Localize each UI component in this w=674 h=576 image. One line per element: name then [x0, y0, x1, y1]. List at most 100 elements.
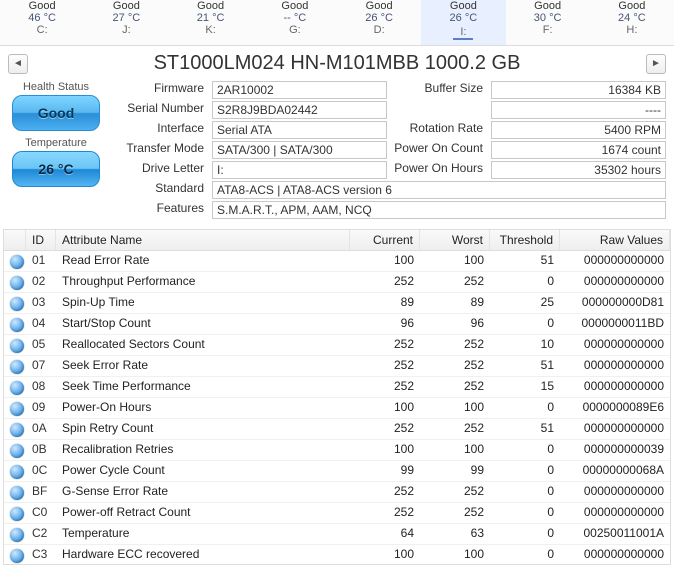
drive-item-F[interactable]: Good30 °CF: [506, 0, 590, 45]
drive-item-I[interactable]: Good26 °CI: [421, 0, 505, 45]
drive-item-D[interactable]: Good26 °CD: [337, 0, 421, 45]
col-id[interactable]: ID [26, 230, 56, 250]
temperature-label: Temperature [25, 137, 87, 149]
smart-attribute-name: Recalibration Retries [56, 440, 350, 460]
drive-status: Good [339, 0, 419, 12]
col-raw[interactable]: Raw Values [560, 230, 670, 250]
smart-current: 100 [350, 545, 420, 565]
smart-raw: 00250011001A [560, 524, 670, 544]
col-current[interactable]: Current [350, 230, 420, 250]
smart-attribute-name: Seek Time Performance [56, 377, 350, 397]
temperature-badge[interactable]: 26 °C [12, 151, 100, 187]
col-worst[interactable]: Worst [420, 230, 490, 250]
smart-table[interactable]: ID Attribute Name Current Worst Threshol… [3, 229, 671, 565]
drive-item-H[interactable]: Good24 °CH: [590, 0, 674, 45]
smart-raw: 0000000089E6 [560, 398, 670, 418]
smart-id: 0A [26, 419, 56, 439]
smart-threshold: 0 [490, 482, 560, 502]
smart-current: 252 [350, 482, 420, 502]
smart-threshold: 0 [490, 440, 560, 460]
smart-current: 252 [350, 377, 420, 397]
smart-row[interactable]: 05Reallocated Sectors Count2522521000000… [4, 335, 670, 356]
smart-attribute-name: Power-off Retract Count [56, 503, 350, 523]
smart-threshold: 0 [490, 461, 560, 481]
smart-attribute-name: Seek Error Rate [56, 356, 350, 376]
drive-item-C[interactable]: Good46 °CC: [0, 0, 84, 45]
smart-attribute-name: Power Cycle Count [56, 461, 350, 481]
drive-status: Good [255, 0, 335, 12]
field-label: Power On Count [391, 141, 487, 159]
smart-raw: 000000000000 [560, 377, 670, 397]
smart-attribute-name: Power-On Hours [56, 398, 350, 418]
status-orb-icon [4, 356, 26, 376]
drive-item-K[interactable]: Good21 °CK: [169, 0, 253, 45]
smart-row[interactable]: 02Throughput Performance2522520000000000… [4, 272, 670, 293]
smart-id: 08 [26, 377, 56, 397]
smart-current: 100 [350, 440, 420, 460]
status-orb-icon [4, 314, 26, 334]
smart-row[interactable]: 0CPower Cycle Count9999000000000068A [4, 461, 670, 482]
status-orb-icon [4, 398, 26, 418]
drive-status: Good [508, 0, 588, 12]
smart-id: 09 [26, 398, 56, 418]
smart-row[interactable]: 07Seek Error Rate25225251000000000000 [4, 356, 670, 377]
smart-current: 99 [350, 461, 420, 481]
smart-attribute-name: Throughput Performance [56, 272, 350, 292]
col-name[interactable]: Attribute Name [56, 230, 350, 250]
smart-attribute-name: Hardware ECC recovered [56, 545, 350, 565]
status-orb-icon [4, 251, 26, 271]
smart-current: 100 [350, 251, 420, 271]
drive-temp: 26 °C [339, 12, 419, 24]
health-badge[interactable]: Good [12, 95, 100, 131]
field-label: Firmware [112, 81, 208, 99]
smart-current: 64 [350, 524, 420, 544]
smart-threshold: 0 [490, 545, 560, 565]
field-label: Transfer Mode [112, 141, 208, 159]
field-value: 16384 KB [491, 81, 666, 99]
field-label: Features [112, 201, 208, 219]
smart-threshold: 25 [490, 293, 560, 313]
smart-worst: 252 [420, 272, 490, 292]
drive-temp: 46 °C [2, 12, 82, 24]
smart-attribute-name: Spin-Up Time [56, 293, 350, 313]
health-value: Good [38, 105, 75, 121]
smart-threshold: 51 [490, 419, 560, 439]
smart-row[interactable]: C0Power-off Retract Count252252000000000… [4, 503, 670, 524]
prev-drive-button[interactable]: ◄ [8, 54, 28, 74]
status-orb-icon [4, 293, 26, 313]
smart-threshold: 51 [490, 356, 560, 376]
smart-row[interactable]: 0BRecalibration Retries10010000000000000… [4, 440, 670, 461]
health-status-label: Health Status [23, 81, 89, 93]
next-drive-button[interactable]: ► [646, 54, 666, 74]
drive-letter: I: [453, 26, 473, 40]
smart-row[interactable]: 01Read Error Rate10010051000000000000 [4, 251, 670, 272]
drive-item-G[interactable]: Good-- °CG: [253, 0, 337, 45]
field-label: Buffer Size [391, 81, 487, 99]
smart-row[interactable]: C3Hardware ECC recovered1001000000000000… [4, 545, 670, 565]
smart-row[interactable]: C2Temperature6463000250011001A [4, 524, 670, 545]
smart-raw: 000000000000 [560, 356, 670, 376]
smart-row[interactable]: BFG-Sense Error Rate2522520000000000000 [4, 482, 670, 503]
smart-row[interactable]: 03Spin-Up Time898925000000000D81 [4, 293, 670, 314]
smart-worst: 252 [420, 335, 490, 355]
smart-worst: 99 [420, 461, 490, 481]
smart-attribute-name: Start/Stop Count [56, 314, 350, 334]
smart-raw: 000000000000 [560, 545, 670, 565]
col-threshold[interactable]: Threshold [490, 230, 560, 250]
smart-id: 0C [26, 461, 56, 481]
info-area: Health Status Good Temperature 26 °C Fir… [0, 79, 674, 225]
status-orb-icon [4, 440, 26, 460]
smart-row[interactable]: 08Seek Time Performance25225215000000000… [4, 377, 670, 398]
drive-item-J[interactable]: Good27 °CJ: [84, 0, 168, 45]
smart-row[interactable]: 09Power-On Hours10010000000000089E6 [4, 398, 670, 419]
smart-row[interactable]: 0ASpin Retry Count25225251000000000000 [4, 419, 670, 440]
smart-row[interactable]: 04Start/Stop Count969600000000011BD [4, 314, 670, 335]
drive-letter: G: [255, 24, 335, 36]
smart-threshold: 0 [490, 503, 560, 523]
smart-current: 100 [350, 398, 420, 418]
field-label: Rotation Rate [391, 121, 487, 139]
drive-status: Good [86, 0, 166, 12]
field-value: 1674 count [491, 141, 666, 159]
field-value: 2AR10002 [212, 81, 387, 99]
drive-temp: 30 °C [508, 12, 588, 24]
